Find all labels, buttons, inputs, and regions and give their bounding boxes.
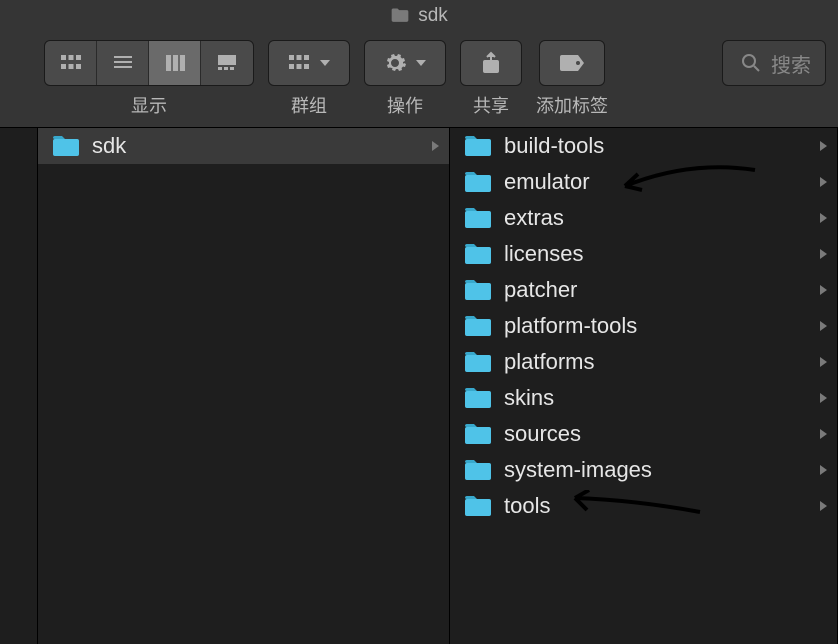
item-label: build-tools (504, 133, 604, 159)
chevron-right-icon (820, 321, 827, 331)
folder-icon (464, 459, 492, 481)
chevron-right-icon (820, 393, 827, 403)
chevron-right-icon (432, 141, 439, 151)
chevron-right-icon (820, 141, 827, 151)
share-group: 共享 (460, 40, 522, 118)
share-button[interactable] (460, 40, 522, 86)
list-item[interactable]: emulator (450, 164, 837, 200)
view-group: 显示 (44, 40, 254, 118)
view-list-button[interactable] (97, 41, 149, 85)
chevron-right-icon (820, 465, 827, 475)
view-column-button[interactable] (149, 41, 201, 85)
folder-icon (464, 351, 492, 373)
item-label: emulator (504, 169, 590, 195)
folder-icon (464, 495, 492, 517)
view-segmented (44, 40, 254, 86)
chevron-right-icon (820, 501, 827, 511)
folder-icon (52, 135, 80, 157)
folder-icon (464, 387, 492, 409)
column-1[interactable]: sdk (38, 128, 450, 644)
tags-group: 添加标签 (536, 40, 608, 118)
window-title: sdk (418, 5, 448, 27)
gear-icon (383, 51, 407, 75)
list-item[interactable]: extras (450, 200, 837, 236)
sidebar-strip (0, 128, 38, 644)
folder-icon (390, 6, 410, 26)
search-placeholder: 搜索 (771, 49, 811, 78)
list-item[interactable]: platforms (450, 344, 837, 380)
item-label: system-images (504, 457, 652, 483)
item-label: sdk (92, 133, 126, 159)
folder-icon (464, 315, 492, 337)
list-item[interactable]: platform-tools (450, 308, 837, 344)
toolbar: 显示 群组 操作 共享 添加标签 搜索 (0, 32, 838, 128)
list-item[interactable]: tools (450, 488, 837, 524)
folder-icon (464, 243, 492, 265)
list-item[interactable]: sdk (38, 128, 449, 164)
list-item[interactable]: patcher (450, 272, 837, 308)
group-icon (287, 51, 311, 75)
view-gallery-button[interactable] (201, 41, 253, 85)
folder-icon (464, 171, 492, 193)
chevron-right-icon (820, 177, 827, 187)
search-group: 搜索 (722, 40, 826, 86)
group-label: 群组 (291, 92, 327, 118)
action-group: 操作 (364, 40, 446, 118)
folder-icon (464, 423, 492, 445)
item-label: patcher (504, 277, 577, 303)
item-label: platform-tools (504, 313, 637, 339)
chevron-right-icon (820, 357, 827, 367)
chevron-down-icon (415, 57, 427, 69)
folder-icon (464, 279, 492, 301)
window-titlebar: sdk (0, 0, 838, 32)
list-view-icon (111, 51, 135, 75)
column-2[interactable]: build-tools emulator extras licenses pat… (450, 128, 838, 644)
folder-icon (464, 135, 492, 157)
search-icon (741, 53, 761, 73)
list-item[interactable]: sources (450, 416, 837, 452)
tag-icon (558, 53, 586, 73)
search-input[interactable]: 搜索 (722, 40, 826, 86)
chevron-down-icon (319, 57, 331, 69)
share-icon (479, 51, 503, 75)
list-item[interactable]: build-tools (450, 128, 837, 164)
item-label: extras (504, 205, 564, 231)
view-label: 显示 (131, 92, 167, 118)
share-label: 共享 (473, 92, 509, 118)
list-item[interactable]: licenses (450, 236, 837, 272)
list-item[interactable]: system-images (450, 452, 837, 488)
action-label: 操作 (387, 92, 423, 118)
tags-button[interactable] (539, 40, 605, 86)
chevron-right-icon (820, 429, 827, 439)
item-label: licenses (504, 241, 583, 267)
folder-icon (464, 207, 492, 229)
view-icon-button[interactable] (45, 41, 97, 85)
item-label: sources (504, 421, 581, 447)
item-label: tools (504, 493, 550, 519)
list-item[interactable]: skins (450, 380, 837, 416)
chevron-right-icon (820, 285, 827, 295)
tags-label: 添加标签 (536, 92, 608, 118)
browser-content: sdk build-tools emulator extras licenses… (0, 128, 838, 644)
group-group: 群组 (268, 40, 350, 118)
gallery-view-icon (215, 51, 239, 75)
item-label: platforms (504, 349, 594, 375)
chevron-right-icon (820, 249, 827, 259)
group-button[interactable] (268, 40, 350, 86)
column-view-icon (163, 51, 187, 75)
item-label: skins (504, 385, 554, 411)
action-button[interactable] (364, 40, 446, 86)
chevron-right-icon (820, 213, 827, 223)
icon-view-icon (59, 51, 83, 75)
